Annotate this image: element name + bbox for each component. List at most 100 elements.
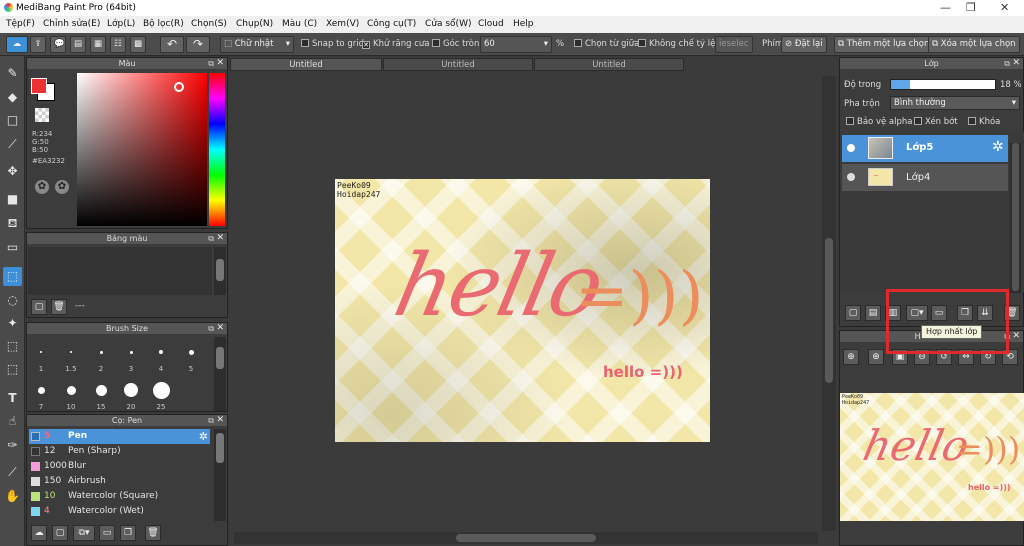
brush-size-scrollbar[interactable] (214, 337, 226, 411)
close-icon[interactable]: ✕ (216, 323, 224, 334)
close-icon[interactable]: ✕ (216, 233, 224, 244)
menu-filter[interactable]: Bộ lọc(R) (143, 19, 184, 29)
new-brush-button[interactable]: ▢ (52, 525, 68, 541)
delete-palette-button[interactable]: 🗑 (51, 299, 67, 315)
vertical-scrollbar[interactable] (822, 76, 836, 531)
comment-button[interactable]: 💬 (50, 36, 66, 53)
menu-window[interactable]: Cửa sổ(W) (425, 19, 471, 29)
pen-item-watercolor-square[interactable]: 10 Watercolor (Square) (29, 489, 210, 504)
menu-tools[interactable]: Công cụ(T) (367, 19, 416, 29)
brush-size-dot-15[interactable] (95, 384, 107, 396)
close-icon[interactable]: ✕ (1012, 331, 1020, 342)
pen-item-airbrush[interactable]: 150 Airbrush (29, 474, 210, 489)
eyedropper-tool-icon[interactable]: ⟋ (3, 463, 22, 482)
brush-tool-icon[interactable]: ✎ (3, 64, 22, 83)
drawing-canvas[interactable]: PeeKo09 Hoidap247 hello =))) hello =))) (335, 179, 710, 442)
dot-tool-icon[interactable]: ⟋ (3, 135, 22, 154)
fill-rect-tool-icon[interactable]: ■ (3, 190, 22, 209)
pen-list-scrollbar[interactable] (214, 429, 226, 521)
menu-file[interactable]: Tệp(F) (6, 19, 35, 29)
zoom-in-2-button[interactable]: ⊕ (868, 349, 884, 365)
palette-add-icon[interactable]: ✿ (55, 180, 69, 194)
menu-view[interactable]: Xem(V) (326, 19, 359, 29)
brush-size-dot-10[interactable] (66, 385, 76, 395)
minimize-icon[interactable]: — (940, 1, 951, 14)
menu-select[interactable]: Chọn(S) (191, 19, 227, 29)
brush-size-grid[interactable]: 1 1.5 2 3 4 5 7 10 15 20 25 (27, 335, 213, 411)
select-eraser-tool-icon[interactable]: ⬚ (3, 360, 22, 379)
pen-item-pen[interactable]: 5 Pen ✲ (29, 429, 210, 444)
close-icon[interactable]: ✕ (216, 415, 224, 426)
share-button[interactable]: ⇪ (30, 36, 46, 53)
close-icon[interactable]: ✕ (1000, 1, 1009, 14)
add-selection-button[interactable]: ⧉ Thêm một lựa chọn (834, 36, 934, 53)
blend-mode-select[interactable]: Bình thường ▾ (890, 96, 1020, 110)
text-tool-icon[interactable]: T (3, 389, 22, 408)
operation-tool-icon[interactable]: ☝ (3, 412, 22, 431)
gear-icon[interactable]: ✲ (199, 429, 208, 444)
pen-item-blur[interactable]: 1000 Blur (29, 459, 210, 474)
brush-size-dot-25[interactable] (152, 381, 170, 399)
float-icon[interactable]: ⧉ (208, 415, 214, 426)
document-button[interactable]: ▤ (70, 36, 86, 53)
hand-tool-icon[interactable]: ✋ (3, 487, 22, 506)
menu-help[interactable]: Help (513, 19, 534, 29)
palette-swatch-area[interactable] (28, 247, 212, 295)
select-rect-tool-icon[interactable]: ⬚ (3, 267, 22, 286)
delete-brush-button[interactable]: 🗑 (145, 525, 161, 541)
page-button[interactable]: ▦ (90, 36, 106, 53)
divide-tool-icon[interactable]: ✑ (3, 436, 22, 455)
navigator-preview[interactable]: PeeKo09 Hoidap247 hello =))) hello =))) (840, 393, 1024, 521)
redo-button[interactable]: ↷ (186, 36, 210, 53)
palette-icon[interactable]: ✿ (35, 180, 49, 194)
select-center-checkbox[interactable]: Chọn từ giữa (574, 39, 639, 51)
float-icon[interactable]: ⧉ (208, 58, 214, 69)
lasso-tool-icon[interactable]: ◌ (3, 291, 22, 310)
picker-handle[interactable] (174, 82, 184, 92)
maximize-icon[interactable]: ❐ (966, 1, 976, 14)
brush-size-dot-5[interactable] (188, 349, 194, 355)
tab-untitled-2[interactable]: Untitled (383, 58, 533, 71)
brush-size-dot-4[interactable] (159, 350, 163, 354)
brush-size-dot-2[interactable] (99, 350, 103, 354)
brush-size-dot-1.5[interactable] (70, 351, 72, 353)
tab-untitled-3[interactable]: Untitled (534, 58, 684, 71)
float-icon[interactable]: ⧉ (208, 233, 214, 244)
grid-button[interactable]: ▩ (130, 36, 146, 53)
undo-button[interactable]: ↶ (160, 36, 184, 53)
pen-item-watercolor-wet[interactable]: 4 Watercolor (Wet) (29, 504, 210, 519)
eraser-tool-icon[interactable]: ◆ (3, 88, 22, 107)
bucket-tool-icon[interactable]: ⛾ (3, 214, 22, 233)
cloud-button[interactable]: ☁ (6, 36, 28, 53)
reset-button[interactable]: ⊘ Đặt lại (781, 36, 827, 53)
protect-alpha-checkbox[interactable]: Bảo vệ alpha (846, 117, 912, 129)
menu-edit[interactable]: Chỉnh sửa(E) (43, 19, 100, 29)
saturation-value-picker[interactable] (77, 73, 207, 226)
no-ratio-checkbox[interactable]: Không chế tỷ lệ (638, 39, 715, 51)
menu-capture[interactable]: Chụp(N) (236, 19, 273, 29)
eye-icon[interactable] (847, 173, 855, 181)
magic-wand-tool-icon[interactable]: ✦ (3, 314, 22, 333)
brush-folder-button[interactable]: ▭ (99, 525, 115, 541)
shape-select[interactable]: ⬚ Chữ nhật ▾ (220, 36, 294, 53)
antialias-checkbox[interactable]: ✕ Khử răng cưa (362, 39, 430, 51)
menu-layer[interactable]: Lớp(L) (107, 19, 135, 29)
primary-color-swatch[interactable] (31, 78, 47, 94)
add-brush-button[interactable]: ☁ (31, 525, 47, 541)
snap-to-grid-checkbox[interactable]: Snap to grid (301, 39, 364, 51)
transparent-swatch[interactable] (35, 108, 49, 122)
layer-row-lop5[interactable]: Lớp5 ✲ (842, 135, 1008, 162)
menu-cloud[interactable]: Cloud (478, 19, 504, 29)
lock-checkbox[interactable]: Khóa (968, 117, 1000, 129)
tab-untitled-1[interactable]: Untitled (230, 58, 382, 71)
select-pen-tool-icon[interactable]: ⬚ (3, 337, 22, 356)
float-icon[interactable]: ⧉ (1004, 58, 1010, 69)
gradient-tool-icon[interactable]: ▭ (3, 238, 22, 257)
duplicate-brush-button[interactable]: ❐ (120, 525, 136, 541)
close-icon[interactable]: ✕ (216, 58, 224, 69)
float-icon[interactable]: ⧉ (208, 323, 214, 334)
new-halftone-layer-button[interactable]: ▤ (865, 305, 881, 321)
remove-selection-button[interactable]: ⧉ Xóa một lựa chọn (928, 36, 1020, 53)
brush-size-dot-1[interactable] (40, 351, 42, 353)
brush-menu-button[interactable]: ⧉▾ (73, 525, 95, 541)
